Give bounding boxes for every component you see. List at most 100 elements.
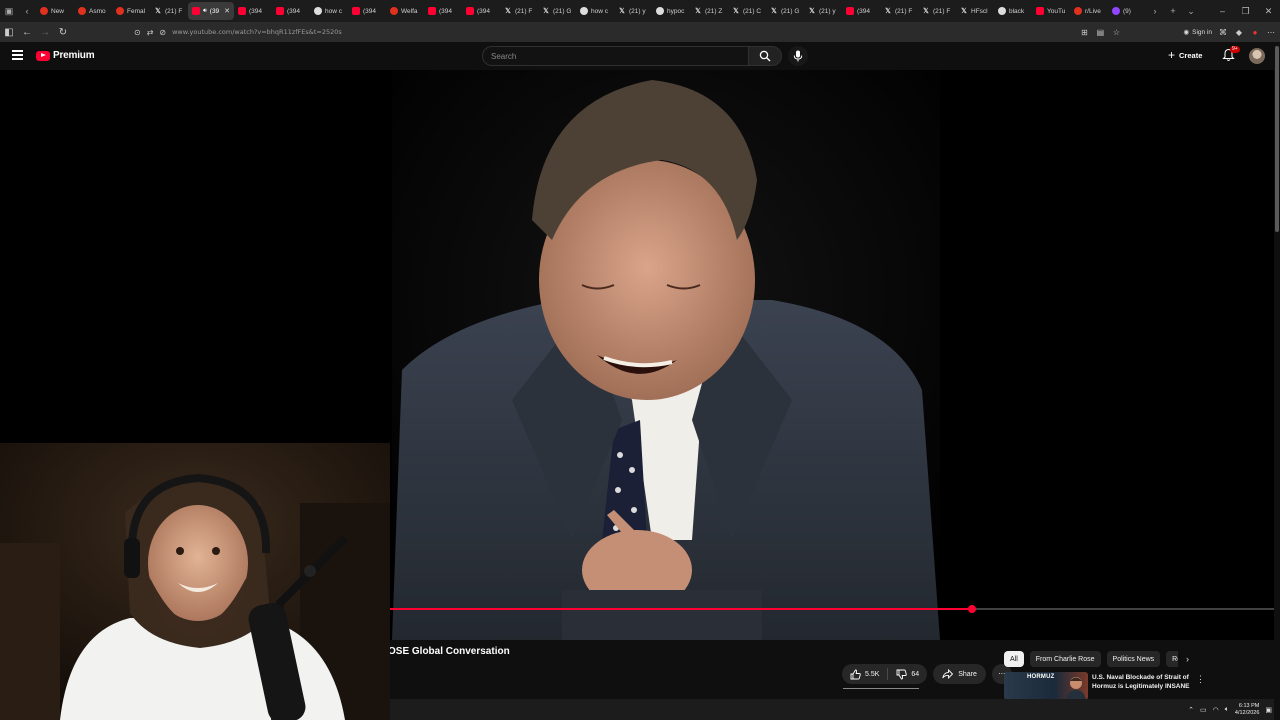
minimize-icon[interactable]: – <box>1211 0 1234 22</box>
hamburger-menu-icon[interactable] <box>12 50 23 60</box>
bookmark-star-icon[interactable]: ☆ <box>1111 28 1121 37</box>
browser-tab[interactable]: 𝕏 (21) F <box>500 2 538 20</box>
dislike-button[interactable]: 64 <box>888 664 927 684</box>
browser-tab[interactable]: black <box>994 2 1032 20</box>
create-button[interactable]: + Create <box>1168 48 1202 62</box>
browser-menu-icon[interactable]: ⋯ <box>1266 28 1276 37</box>
browser-tab-label: (394 <box>439 7 453 15</box>
back-icon[interactable]: ← <box>18 22 36 42</box>
forward-icon[interactable]: → <box>36 22 54 42</box>
browser-tab-label: Welfa <box>401 7 418 15</box>
tab-audio-icon[interactable]: 🔊︎ <box>203 8 207 15</box>
browser-tab[interactable]: (394 <box>462 2 500 20</box>
browser-tab[interactable]: Femal <box>112 2 150 20</box>
reddit-favicon-icon <box>116 7 124 15</box>
install-app-icon[interactable]: ⊞ <box>1079 28 1089 37</box>
chips-next-icon[interactable]: › <box>1186 654 1189 664</box>
user-avatar[interactable] <box>1249 48 1265 64</box>
browser-tab[interactable]: New <box>36 2 74 20</box>
thumbs-down-icon <box>896 669 908 679</box>
reload-icon[interactable]: ↻ <box>54 22 72 42</box>
browser-tab[interactable]: Asmo <box>74 2 112 20</box>
youtube-favicon-icon <box>238 7 246 15</box>
account-icon: ◉ <box>1183 29 1190 36</box>
tab-actions-icon[interactable]: ▣ <box>0 0 18 22</box>
browser-tab[interactable]: 𝕏 (21) G <box>538 2 576 20</box>
browser-tab[interactable]: hypoc <box>652 2 690 20</box>
recommendation-thumbnail[interactable]: HORMUZ <box>1004 672 1088 700</box>
browser-tab[interactable]: 𝕏 (21) y <box>804 2 842 20</box>
notifications-button[interactable]: 9+ <box>1222 46 1240 62</box>
sidebar-toggle-icon[interactable]: ◧ <box>0 22 18 42</box>
network-icon[interactable]: ▭ <box>1200 706 1207 714</box>
recommendation-more-icon[interactable]: ⋮ <box>1196 674 1205 685</box>
site-info-icon[interactable]: ⊙ <box>134 28 141 37</box>
browser-tab[interactable]: (394 <box>348 2 386 20</box>
extension-red-icon[interactable]: ● <box>1250 28 1260 37</box>
tray-overflow-icon[interactable]: ⌃ <box>1188 706 1194 714</box>
browser-tab[interactable]: (394 <box>272 2 310 20</box>
browser-tab[interactable]: r/Live <box>1070 2 1108 20</box>
browser-tab-label: (21) G <box>781 7 800 15</box>
tune-icon[interactable]: ⇄ <box>147 28 154 37</box>
close-window-icon[interactable]: ✕ <box>1257 0 1280 22</box>
x-favicon-icon: 𝕏 <box>733 8 739 15</box>
browser-tab-label: black <box>1009 7 1025 15</box>
share-button[interactable]: Share <box>933 664 986 684</box>
sign-in-button[interactable]: ◉ Sign in <box>1183 28 1212 37</box>
browser-tab[interactable]: (394 <box>424 2 462 20</box>
like-button[interactable]: 5.5K <box>842 664 887 684</box>
reader-icon[interactable]: ▤ <box>1095 28 1105 37</box>
browser-tab-label: New <box>51 7 65 15</box>
clock[interactable]: 6:13 PM 4/12/2026 <box>1235 703 1259 717</box>
browser-tab[interactable]: (394 <box>842 2 880 20</box>
browser-tab[interactable]: how c <box>310 2 348 20</box>
tab-list-icon[interactable]: ⌄ <box>1182 0 1200 22</box>
scrubber-handle[interactable] <box>968 605 976 613</box>
browser-tab-label: (21) C <box>743 7 762 15</box>
url-text[interactable]: www.youtube.com/watch?v=bhqR11zfFEs&t=25… <box>172 28 342 36</box>
browser-tab[interactable]: 𝕏 (21) C <box>728 2 766 20</box>
wifi-icon[interactable]: ◠ <box>1213 706 1219 714</box>
filter-chip[interactable]: All <box>1004 651 1024 667</box>
tab-scroll-right-icon[interactable]: › <box>1146 0 1164 22</box>
close-tab-icon[interactable]: ✕ <box>224 7 230 15</box>
browser-tab[interactable]: 𝕏 (21) Z <box>690 2 728 20</box>
browser-tab[interactable]: 𝕏 (21) y <box>614 2 652 20</box>
windows-taskbar: ⌃ ▭ ◠ 🔈︎ 6:13 PM 4/12/2026 ▣ <box>390 699 1280 720</box>
youtube-favicon-icon <box>192 7 200 15</box>
browser-tab[interactable]: (394 <box>234 2 272 20</box>
browser-tab[interactable]: 𝕏 (21) F <box>918 2 956 20</box>
thumbnail-text: HORMUZ <box>1027 674 1055 680</box>
search-input[interactable]: Search <box>482 46 748 66</box>
new-tab-icon[interactable]: + <box>1164 0 1182 22</box>
browser-tab-label: (21) y <box>629 7 646 15</box>
browser-tab[interactable]: 𝕏 (21) G <box>766 2 804 20</box>
filter-chip[interactable]: Re <box>1166 651 1178 667</box>
search-button[interactable] <box>748 46 782 66</box>
browser-tab[interactable]: 𝕏 HFscl <box>956 2 994 20</box>
browser-tab[interactable]: 𝕏 (21) F <box>880 2 918 20</box>
tab-scroll-left-icon[interactable]: ‹ <box>18 0 36 22</box>
browser-tab[interactable]: 𝕏 (21) F <box>150 2 188 20</box>
browser-tab[interactable]: (9) <box>1108 2 1146 20</box>
copilot-icon[interactable]: ◆ <box>1234 28 1244 37</box>
progress-bar[interactable] <box>390 605 1274 613</box>
filter-chip[interactable]: Politics News <box>1106 651 1161 667</box>
extensions-icon[interactable]: ⌘ <box>1218 28 1228 37</box>
browser-tab[interactable]: YouTu <box>1032 2 1070 20</box>
notification-center-icon[interactable]: ▣ <box>1265 706 1272 714</box>
volume-icon[interactable]: 🔈︎ <box>1225 706 1229 714</box>
restore-icon[interactable]: ❐ <box>1234 0 1257 22</box>
create-label: Create <box>1179 50 1203 60</box>
browser-tab[interactable]: how c <box>576 2 614 20</box>
voice-search-button[interactable] <box>788 46 808 66</box>
scrollbar-thumb[interactable] <box>1275 46 1279 232</box>
browser-tab[interactable]: Welfa <box>386 2 424 20</box>
filter-chip[interactable]: From Charlie Rose <box>1029 651 1101 667</box>
youtube-premium-logo[interactable]: Premium <box>36 50 95 61</box>
plus-icon: + <box>1168 48 1176 62</box>
recommendation-title[interactable]: U.S. Naval Blockade of Strait of Hormuz … <box>1092 673 1196 691</box>
url-field[interactable]: ⊙ ⇄ ⊘ www.youtube.com/watch?v=bhqR11zfFE… <box>134 24 342 40</box>
browser-tab[interactable]: 🔊︎ (39 ✕ <box>188 2 234 20</box>
